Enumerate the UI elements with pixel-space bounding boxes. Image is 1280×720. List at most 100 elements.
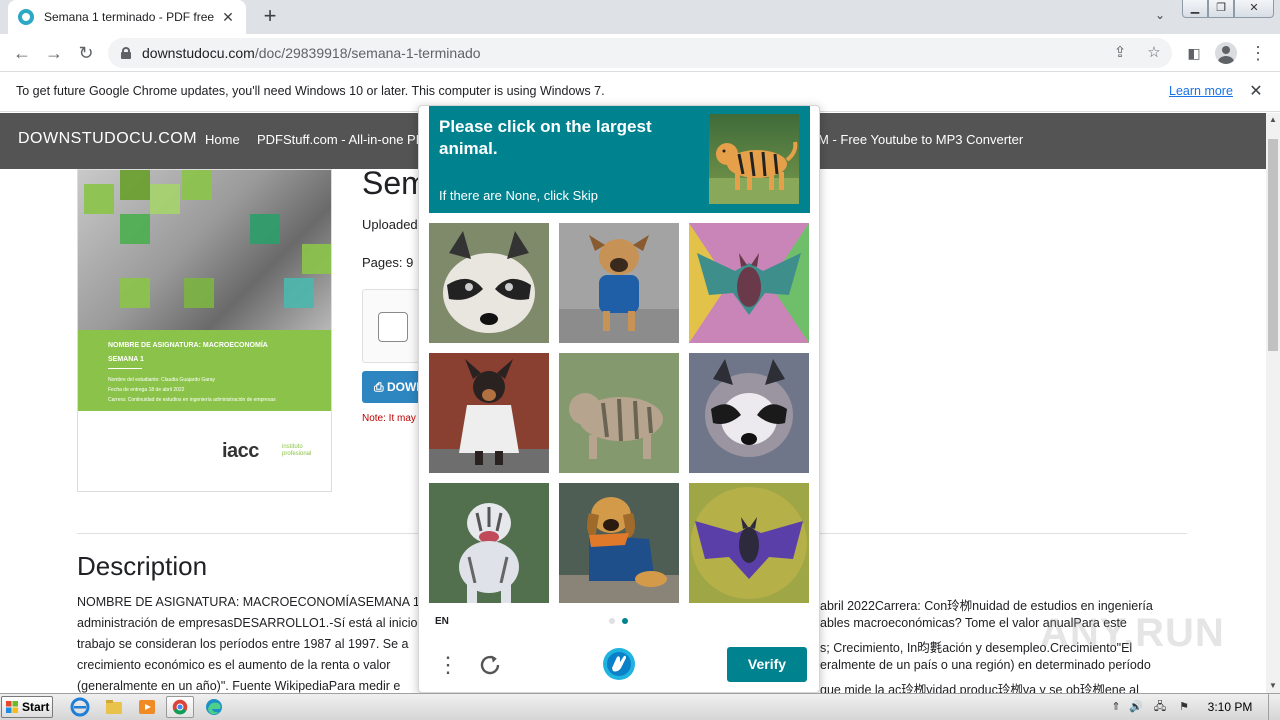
human-verification-widget bbox=[362, 289, 422, 363]
show-desktop-button[interactable] bbox=[1268, 694, 1280, 720]
page-scrollbar[interactable]: ▲ ▼ bbox=[1266, 113, 1280, 693]
start-label: Start bbox=[22, 700, 50, 714]
description-line: eralmente de un país o una región) en de… bbox=[820, 658, 1151, 672]
nav-link-home[interactable]: Home bbox=[205, 132, 240, 147]
verification-checkbox[interactable] bbox=[378, 312, 408, 342]
description-heading: Description bbox=[77, 551, 208, 581]
forward-arrow-icon[interactable]: → bbox=[43, 42, 65, 64]
browser-tab[interactable]: Semana 1 terminado - PDF free ✕ bbox=[8, 0, 246, 34]
lock-icon[interactable] bbox=[121, 47, 131, 59]
nav-link-pdfstuff[interactable]: PDFStuff.com - All-in-one PDF bbox=[257, 132, 433, 147]
challenge-hint: If there are None, click Skip bbox=[439, 188, 598, 203]
address-bar[interactable]: downstudocu.com/doc/29839918/semana-1-te… bbox=[108, 38, 1172, 68]
download-button[interactable]: ⎙ DOWN bbox=[362, 371, 422, 403]
description-line: NOMBRE DE ASIGNATURA: MACROECONOMÍASEMAN… bbox=[77, 595, 441, 609]
scroll-down-arrow-icon[interactable]: ▼ bbox=[1266, 679, 1280, 693]
file-explorer-icon[interactable] bbox=[100, 696, 128, 718]
chrome-taskbar-icon[interactable] bbox=[166, 696, 194, 718]
challenge-image-grid bbox=[429, 223, 810, 604]
url-path: /doc/29839918/semana-1-terminado bbox=[254, 45, 481, 61]
infobar-message: To get future Google Chrome updates, you… bbox=[16, 84, 605, 98]
action-center-flag-icon[interactable]: ⚑ bbox=[1176, 699, 1192, 715]
cover-career: Carrera: Continuidad de estudios en inge… bbox=[108, 397, 276, 403]
tray-expand-icon[interactable]: ⇑ bbox=[1108, 699, 1124, 715]
download-note: Note: It may bbox=[362, 413, 416, 424]
taskbar-clock[interactable]: 3:10 PM bbox=[1200, 700, 1260, 714]
bat-icon bbox=[689, 483, 809, 603]
dog-icon bbox=[559, 223, 679, 343]
challenge-tile-8[interactable] bbox=[559, 483, 679, 603]
description-line: (generalmente en un año)". Fuente Wikipe… bbox=[77, 679, 401, 693]
profile-avatar-icon[interactable] bbox=[1215, 42, 1237, 64]
tab-title: Semana 1 terminado - PDF free bbox=[44, 10, 215, 24]
tiger-icon bbox=[709, 141, 799, 204]
network-icon[interactable]: 🖧 bbox=[1152, 699, 1168, 715]
edge-icon[interactable] bbox=[200, 696, 228, 718]
cover-date: Fecha de entrega 18 de abril 2022 bbox=[108, 387, 185, 393]
uploaded-label: Uploaded bbox=[362, 217, 418, 232]
start-button[interactable]: Start bbox=[1, 696, 53, 718]
side-panel-icon[interactable]: ◧ bbox=[1183, 42, 1205, 64]
example-image-tiger bbox=[709, 114, 799, 204]
cover-student: Nombre del estudiante: Claudia Guajardo … bbox=[108, 377, 216, 383]
dog-icon bbox=[429, 353, 549, 473]
scrollbar-thumb[interactable] bbox=[1268, 139, 1278, 351]
description-line: que mide la ac玲栁vidad produc玲栁va y se ob… bbox=[820, 683, 1139, 693]
challenge-tile-6[interactable] bbox=[689, 353, 809, 473]
browser-toolbar: ← → ↻ downstudocu.com/doc/29839918/seman… bbox=[0, 34, 1280, 72]
hcaptcha-logo-icon[interactable] bbox=[601, 646, 637, 682]
menu-kebab-icon[interactable]: ⋮ bbox=[1247, 42, 1269, 64]
scroll-up-arrow-icon[interactable]: ▲ bbox=[1266, 113, 1280, 127]
cover-title: NOMBRE DE ASIGNATURA: MACROECONOMÍA bbox=[108, 342, 268, 349]
description-line: trabajo se consideran los períodos entre… bbox=[77, 637, 409, 651]
challenge-tile-9[interactable] bbox=[689, 483, 809, 603]
new-tab-button[interactable]: + bbox=[258, 5, 282, 29]
refresh-icon[interactable] bbox=[477, 652, 503, 678]
language-selector[interactable]: EN bbox=[435, 616, 449, 627]
cover-rule bbox=[108, 368, 142, 369]
iacc-logo: iacc bbox=[222, 440, 259, 462]
window-close-button[interactable]: ✕ bbox=[1234, 0, 1274, 18]
tab-search-chevron-icon[interactable]: ⌄ bbox=[1150, 8, 1170, 26]
cover-square bbox=[184, 278, 214, 308]
window-restore-button[interactable]: ❐ bbox=[1208, 0, 1234, 18]
verify-button[interactable]: Verify bbox=[727, 647, 807, 682]
document-cover-thumbnail[interactable]: NOMBRE DE ASIGNATURA: MACROECONOMÍA SEMA… bbox=[77, 169, 332, 492]
site-favicon-icon bbox=[18, 9, 34, 25]
share-icon[interactable]: ⇪ bbox=[1110, 43, 1130, 63]
cover-square bbox=[120, 278, 150, 308]
description-line: crecimiento económico es el aumento de l… bbox=[77, 658, 391, 672]
nav-link-mp3[interactable]: M - Free Youtube to MP3 Converter bbox=[818, 132, 1023, 147]
cover-square bbox=[84, 184, 114, 214]
challenge-header: Please click on the largest animal. If t… bbox=[429, 106, 810, 213]
download-label: DOWN bbox=[386, 380, 422, 394]
windows-taskbar: Start ⇑ 🔊 🖧 ⚑ 3:10 PM bbox=[0, 693, 1280, 720]
window-minimize-button[interactable]: ▁ bbox=[1182, 0, 1208, 18]
url-domain: downstudocu.com bbox=[142, 45, 255, 61]
challenge-tile-4[interactable] bbox=[429, 353, 549, 473]
challenge-tile-1[interactable] bbox=[429, 223, 549, 343]
bookmark-star-icon[interactable]: ☆ bbox=[1144, 43, 1164, 63]
cover-square bbox=[250, 214, 280, 244]
learn-more-link[interactable]: Learn more bbox=[1169, 84, 1233, 98]
reload-icon[interactable]: ↻ bbox=[75, 42, 97, 64]
iacc-logo-subtitle: instituto profesional bbox=[282, 444, 312, 457]
site-brand[interactable]: DOWNSTUDOCU.COM bbox=[18, 130, 197, 148]
internet-explorer-icon[interactable] bbox=[66, 696, 94, 718]
challenge-menu-kebab-icon[interactable]: ⋮ bbox=[437, 651, 459, 679]
challenge-tile-5[interactable] bbox=[559, 353, 679, 473]
tab-close-icon[interactable]: ✕ bbox=[220, 9, 236, 25]
challenge-tile-2[interactable] bbox=[559, 223, 679, 343]
media-player-icon[interactable] bbox=[133, 696, 161, 718]
back-arrow-icon[interactable]: ← bbox=[11, 42, 33, 64]
infobar-close-icon[interactable]: ✕ bbox=[1246, 82, 1266, 102]
challenge-tile-3[interactable] bbox=[689, 223, 809, 343]
hcaptcha-challenge: Please click on the largest animal. If t… bbox=[418, 105, 820, 693]
challenge-tile-7[interactable] bbox=[429, 483, 549, 603]
cover-square bbox=[182, 170, 212, 200]
description-line: administración de empresasDESARROLLO1.-S… bbox=[77, 616, 418, 630]
volume-icon[interactable]: 🔊 bbox=[1128, 699, 1144, 715]
cover-week: SEMANA 1 bbox=[108, 356, 144, 363]
url-text: downstudocu.com/doc/29839918/semana-1-te… bbox=[142, 45, 481, 61]
tiger-icon bbox=[429, 483, 549, 603]
